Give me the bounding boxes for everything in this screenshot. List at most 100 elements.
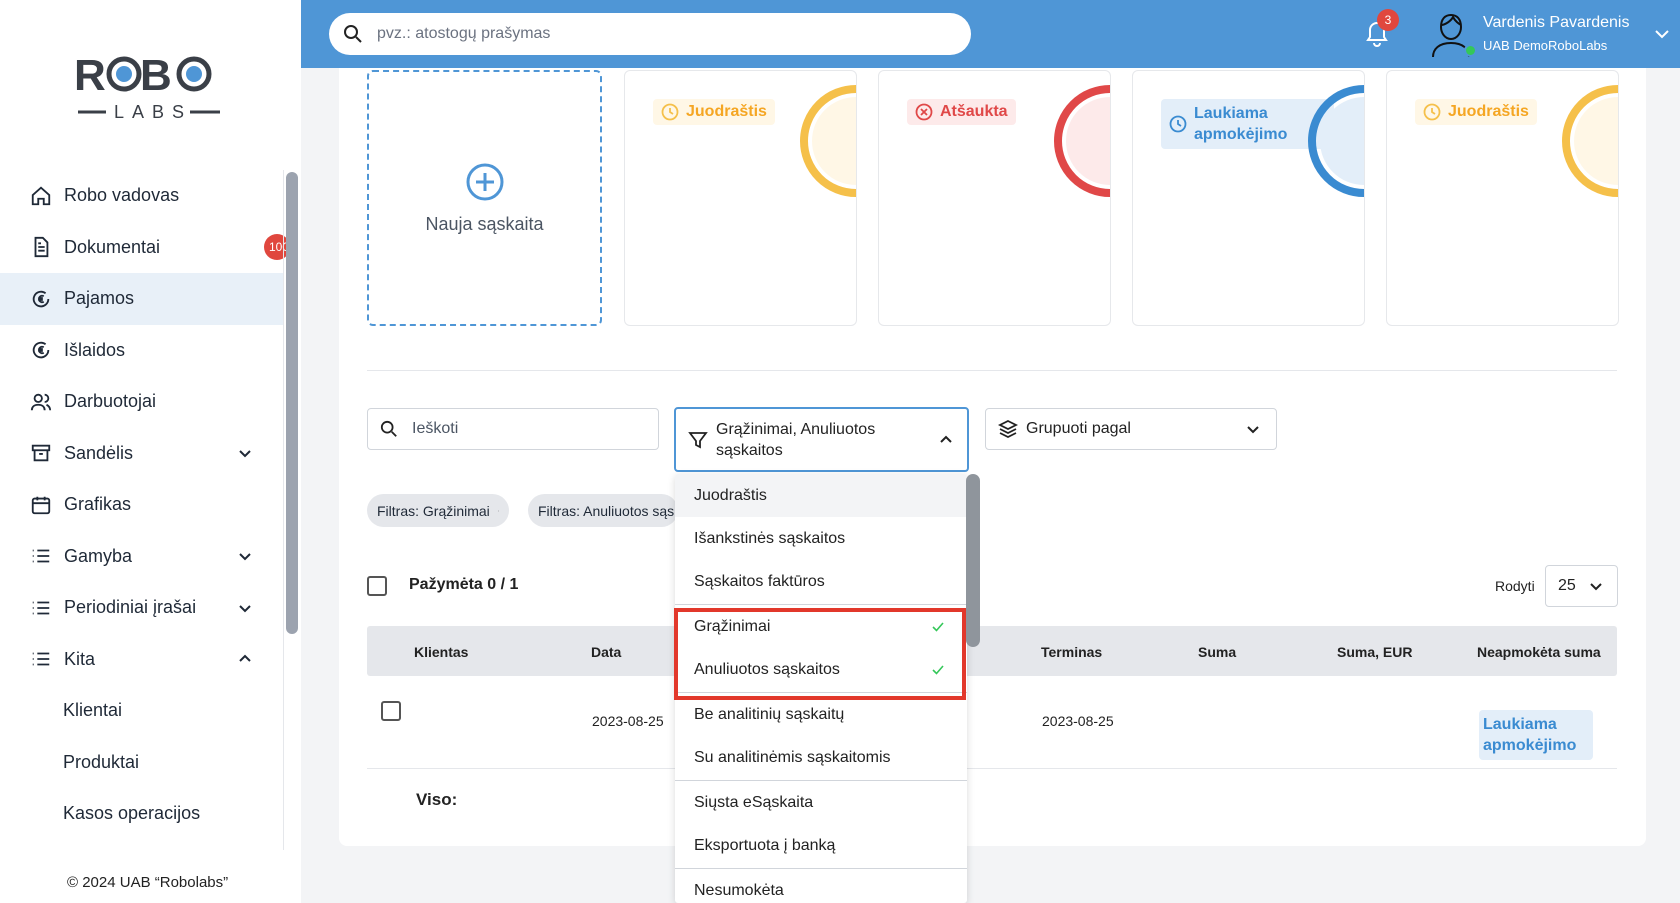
global-search-input[interactable] bbox=[377, 25, 937, 43]
sidebar-item-gamyba[interactable]: Gamyba bbox=[0, 531, 284, 583]
selected-count: Pažymėta 0 / 1 bbox=[409, 576, 519, 593]
group-by-label: Grupuoti pagal bbox=[1026, 420, 1131, 437]
sidebar-item-kita[interactable]: Kita bbox=[0, 634, 284, 686]
sidebar-scrollbar[interactable] bbox=[286, 172, 298, 634]
invoice-card[interactable]: Juodraštis bbox=[624, 70, 857, 326]
sidebar-item-darbuotojai[interactable]: Darbuotojai bbox=[0, 376, 284, 428]
sidebar-item-label: Išlaidos bbox=[64, 339, 126, 360]
column-header-sum-eur[interactable]: Suma, EUR bbox=[1337, 644, 1412, 660]
sidebar-item-label: Kita bbox=[64, 648, 96, 669]
invoice-card[interactable]: Juodraštis bbox=[1386, 70, 1619, 326]
global-search[interactable] bbox=[329, 13, 971, 55]
chevron-down-icon[interactable] bbox=[238, 601, 252, 615]
sidebar-item-label: Klientai bbox=[63, 700, 123, 721]
status-ring bbox=[1308, 85, 1364, 197]
svg-text:LABS: LABS bbox=[114, 102, 192, 122]
column-header-unpaid[interactable]: Neapmokėta suma bbox=[1477, 644, 1601, 660]
sidebar-item-islaidos[interactable]: Išlaidos bbox=[0, 325, 284, 377]
chevron-down-icon[interactable] bbox=[1654, 27, 1670, 41]
column-header-client[interactable]: Klientas bbox=[414, 644, 468, 660]
total-label: Viso: bbox=[416, 790, 458, 809]
sidebar-item-label: Dokumentai bbox=[64, 236, 161, 257]
sidebar-item-label: Robo vadovas bbox=[64, 185, 180, 206]
sidebar-item-sandelis[interactable]: Sandėlis bbox=[0, 428, 284, 480]
search-icon bbox=[344, 25, 362, 43]
sidebar-subitem-kasos-operacijos[interactable]: Kasos operacijos bbox=[0, 788, 284, 840]
sidebar-item-periodiniai-irasai[interactable]: Periodiniai įrašai bbox=[0, 582, 284, 634]
group-by-select[interactable]: Grupuoti pagal bbox=[985, 408, 1277, 450]
highlight-box bbox=[674, 608, 966, 700]
svg-text:B: B bbox=[140, 51, 172, 100]
table-header: Klientas Data Terminas Suma Suma, EUR Ne… bbox=[367, 626, 1617, 676]
sidebar-item-dokumentai[interactable]: Dokumentai 100 bbox=[0, 222, 290, 274]
chevron-down-icon bbox=[1247, 426, 1259, 434]
table-row[interactable]: 2023-08-25 2023-08-25 Laukiama apmokėjim… bbox=[367, 676, 1617, 769]
invoice-search[interactable] bbox=[367, 408, 659, 450]
invoice-search-input[interactable] bbox=[412, 420, 632, 438]
home-icon bbox=[30, 185, 52, 207]
user-company: UAB DemoRoboLabs bbox=[1483, 38, 1608, 53]
sidebar-item-grafikas[interactable]: Grafikas bbox=[0, 479, 284, 531]
filter-option-einvoice-sent[interactable]: Siųsta eSąskaita bbox=[675, 781, 967, 824]
layers-icon bbox=[998, 419, 1018, 439]
status-badge: Atšaukta bbox=[907, 99, 1016, 125]
filter-option-with-analytic[interactable]: Su analitinėmis sąskaitomis bbox=[675, 736, 967, 779]
chevron-down-icon[interactable] bbox=[238, 446, 252, 460]
column-header-date[interactable]: Data bbox=[591, 644, 621, 660]
filter-chip[interactable]: Filtras: Anuliuotos sąskaitos bbox=[528, 494, 678, 527]
list-icon bbox=[30, 648, 52, 670]
copyright: © 2024 UAB “Robolabs” bbox=[67, 874, 229, 891]
document-icon bbox=[30, 236, 52, 258]
new-invoice-button[interactable]: Nauja sąskaita bbox=[367, 70, 602, 326]
robolabs-logo[interactable]: R B LABS bbox=[74, 46, 224, 126]
chevron-up-icon[interactable] bbox=[238, 652, 252, 666]
invoice-card[interactable]: Laukiama apmokėjimo bbox=[1132, 70, 1365, 326]
sidebar-item-pajamos[interactable]: Pajamos bbox=[0, 273, 284, 325]
filter-icon bbox=[688, 431, 708, 448]
filter-option-exported-to-bank[interactable]: Eksportuota į banką bbox=[675, 824, 967, 867]
page-size-select[interactable]: 25 bbox=[1545, 565, 1618, 607]
column-header-due[interactable]: Terminas bbox=[1041, 644, 1102, 660]
sidebar-subitem-produktai[interactable]: Produktai bbox=[0, 737, 284, 789]
sidebar-item-label: Produktai bbox=[63, 751, 140, 772]
sidebar: R B LABS Robo vadovas Dokumentai 100 Paj… bbox=[0, 0, 301, 903]
list-icon bbox=[30, 597, 52, 619]
filter-option-invoices[interactable]: Sąskaitos faktūros bbox=[675, 560, 967, 603]
chevron-down-icon[interactable] bbox=[238, 549, 252, 563]
column-header-sum[interactable]: Suma bbox=[1198, 644, 1236, 660]
filter-option-unpaid[interactable]: Nesumokėta bbox=[675, 869, 967, 903]
sidebar-item-label: Darbuotojai bbox=[64, 391, 157, 412]
row-due-date: 2023-08-25 bbox=[1042, 713, 1114, 729]
filter-chip[interactable]: Filtras: Grąžinimai bbox=[367, 494, 509, 527]
sidebar-subitem-klientai[interactable]: Klientai bbox=[0, 685, 284, 737]
sidebar-item-robo-vadovas[interactable]: Robo vadovas bbox=[0, 170, 284, 222]
search-icon bbox=[380, 420, 397, 437]
notification-count-badge: 3 bbox=[1377, 9, 1399, 31]
filter-option-advance-invoices[interactable]: Išankstinės sąskaitos bbox=[675, 517, 967, 560]
filter-select[interactable]: Grąžinimai, Anuliuotos sąskaitos bbox=[674, 407, 969, 472]
select-all-checkbox[interactable] bbox=[367, 576, 387, 596]
dropdown-scrollbar[interactable] bbox=[966, 474, 980, 647]
row-checkbox[interactable] bbox=[381, 701, 401, 721]
filter-option-draft[interactable]: Juodraštis bbox=[675, 474, 967, 517]
euro-income-icon bbox=[30, 288, 52, 310]
clock-icon bbox=[1169, 115, 1187, 133]
user-name[interactable]: Vardenis Pavardenis bbox=[1483, 14, 1629, 32]
sidebar-item-label: Grafikas bbox=[64, 494, 132, 515]
status-ring bbox=[800, 85, 856, 197]
online-status-dot bbox=[1464, 44, 1477, 57]
clock-icon bbox=[661, 103, 679, 121]
status-ring bbox=[1562, 85, 1618, 197]
status-badge: Juodraštis bbox=[1415, 99, 1537, 125]
section-divider bbox=[367, 370, 1617, 371]
list-icon bbox=[30, 545, 52, 567]
page-size-label: Rodyti bbox=[1495, 578, 1535, 594]
sidebar-nav: Robo vadovas Dokumentai 100 Pajamos Išla… bbox=[0, 170, 290, 840]
euro-expense-icon bbox=[30, 339, 52, 361]
close-circle-icon[interactable] bbox=[497, 504, 499, 518]
status-badge: Juodraštis bbox=[653, 99, 775, 125]
sidebar-item-label: Pajamos bbox=[64, 288, 135, 309]
top-header: 3 Vardenis Pavardenis UAB DemoRoboLabs bbox=[301, 0, 1680, 68]
sidebar-item-label: Kasos operacijos bbox=[63, 803, 201, 824]
invoice-card[interactable]: Atšaukta bbox=[878, 70, 1111, 326]
